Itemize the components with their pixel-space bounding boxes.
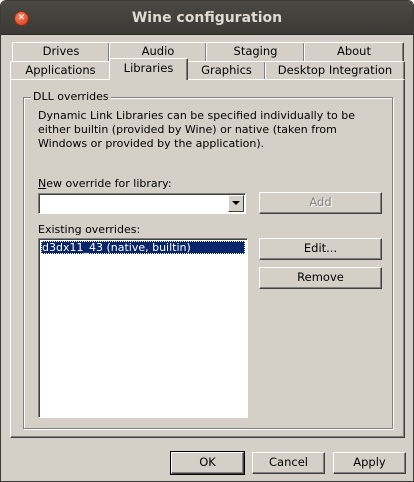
apply-button-label: Apply <box>353 455 386 469</box>
edit-button-label: Edit... <box>303 241 338 255</box>
cancel-button[interactable]: Cancel <box>252 452 325 474</box>
tab-about[interactable]: About <box>304 42 404 61</box>
tab-staging[interactable]: Staging <box>206 42 305 61</box>
apply-button[interactable]: Apply <box>333 452 406 474</box>
ok-button-label: OK <box>199 455 216 469</box>
cancel-button-label: Cancel <box>269 455 308 469</box>
new-override-label: New override for library: <box>38 177 172 190</box>
group-legend: DLL overrides <box>31 90 111 103</box>
ok-button[interactable]: OK <box>170 451 245 475</box>
tab-applications[interactable]: Applications <box>10 61 111 80</box>
wine-config-window: ✕ Wine configuration Drives Audio Stagin… <box>0 0 414 482</box>
libraries-panel: DLL overrides Dynamic Link Libraries can… <box>10 79 405 438</box>
existing-overrides-list[interactable]: d3dx11_43 (native, builtin) <box>38 238 248 418</box>
new-override-combobox[interactable] <box>38 193 246 214</box>
new-override-label-rest: ew override for library: <box>46 177 172 190</box>
tab-drives[interactable]: Drives <box>12 42 110 61</box>
remove-button-label: Remove <box>297 270 344 284</box>
tab-desktop-integration[interactable]: Desktop Integration <box>265 61 405 80</box>
new-override-label-mnemonic: N <box>38 177 47 190</box>
add-button[interactable]: Add <box>259 192 382 214</box>
title-bar: ✕ Wine configuration <box>1 1 413 35</box>
dll-description: Dynamic Link Libraries can be specified … <box>38 109 356 150</box>
add-button-label: Add <box>309 195 332 209</box>
remove-button[interactable]: Remove <box>259 267 382 289</box>
chevron-down-icon[interactable] <box>228 195 244 212</box>
window-title: Wine configuration <box>131 10 283 26</box>
edit-button[interactable]: Edit... <box>259 238 382 260</box>
list-item[interactable]: d3dx11_43 (native, builtin) <box>41 241 245 254</box>
tab-graphics[interactable]: Graphics <box>187 61 266 80</box>
existing-overrides-label: Existing overrides: <box>38 223 141 236</box>
tab-libraries[interactable]: Libraries <box>109 58 188 80</box>
